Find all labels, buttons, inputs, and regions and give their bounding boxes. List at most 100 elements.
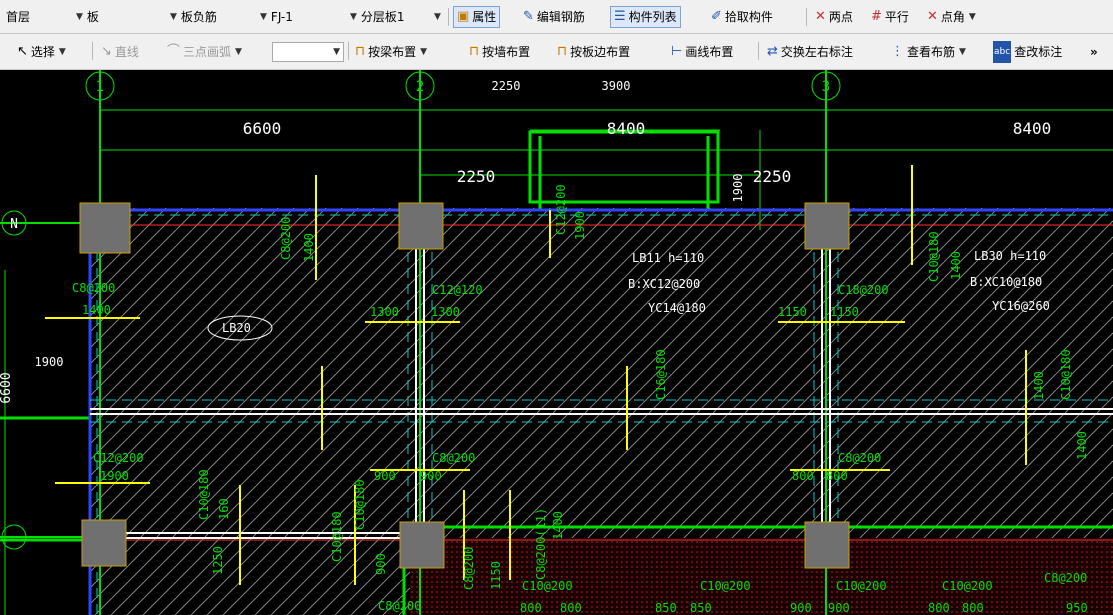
two-points-icon: ✕ (815, 9, 826, 24)
point-angle-icon: ✕ (927, 9, 938, 24)
by-slab-edge-button[interactable]: ⊓ 按板边布置 (554, 41, 633, 63)
draw-line-button[interactable]: ⊢ 画线布置 (668, 41, 736, 63)
subtype-select[interactable]: ▼ 板负筋 (164, 6, 254, 28)
rebar-label: C8@200 (838, 451, 881, 465)
rebar-label: 900 (790, 601, 812, 615)
slab-name-lb30: LB30 h=110 (974, 249, 1046, 263)
layer-dropdown-caret-icon: ▼ (434, 12, 441, 22)
slab-name-lb20: LB20 (222, 321, 251, 335)
by-beam-icon: ⊓ (355, 44, 366, 59)
properties-button[interactable]: ▣ 属性 (453, 6, 501, 28)
rebar-label: C10@200 (942, 579, 993, 593)
component-list-label: 构件列表 (628, 10, 677, 24)
arc-label: 三点画弧 (183, 45, 232, 59)
draw-line-label: 画线布置 (685, 45, 734, 59)
component-list-button[interactable]: ☰ 构件列表 (610, 6, 681, 28)
rebar-label: 900 (374, 553, 388, 575)
arc-button[interactable]: ⌒ 三点画弧 ▼ (164, 41, 245, 63)
arc-caret-icon: ▼ (235, 47, 242, 57)
modify-label-button[interactable]: abc 查改标注 (990, 41, 1065, 63)
rebar-label: C12@200 (93, 451, 144, 465)
cursor-icon: ↖ (17, 44, 28, 59)
point-angle-button[interactable]: ✕ 点角 ▼ (924, 6, 979, 28)
draw-toolbar: ↖ 选择 ▼ ↘ 直线 ⌒ 三点画弧 ▼ ▼ ⊓ 按梁布置 ▼ ⊓ 按墙布置 ⊓… (0, 34, 1113, 70)
by-beam-caret-icon: ▼ (420, 47, 428, 57)
rebar-label: C10@180 (330, 511, 344, 562)
rebar-label: C8@200 (1044, 571, 1087, 585)
main-toolbar: 首层 ▼ 板 ▼ 板负筋 ▼ FJ-1 ▼ 分层板1 ▼ ▣ 属性 ✎ 编辑钢筋… (0, 0, 1113, 34)
by-beam-button[interactable]: ⊓ 按梁布置 ▼ (352, 41, 430, 63)
rebar-label: 900 (828, 601, 850, 615)
rebar-label: C10@200 (522, 579, 573, 593)
edit-rebar-button[interactable]: ✎ 编辑钢筋 (520, 6, 588, 28)
mode-combo-caret-icon: ▼ (333, 47, 340, 57)
by-wall-button[interactable]: ⊓ 按墙布置 (466, 41, 533, 63)
rebar-label: C10@200 (836, 579, 887, 593)
modify-label-label: 查改标注 (1014, 45, 1063, 59)
layer-select-value: 分层板1 (360, 10, 405, 24)
properties-label: 属性 (472, 10, 497, 24)
rebar-label: 1400 (551, 511, 565, 540)
rebar-label: C8@200 (432, 451, 475, 465)
toolbar-overflow-button[interactable]: » (1090, 41, 1098, 63)
component-select-caret-icon: ▼ (260, 12, 267, 22)
rebar-label: 850 (690, 601, 712, 615)
eyedropper-icon: ✐ (711, 9, 722, 24)
two-points-button[interactable]: ✕ 两点 (812, 6, 856, 28)
dimension-texts: 6600 8400 8400 2250 2250 (243, 119, 1052, 186)
rebar-label: 1300 (370, 305, 399, 319)
layer-select[interactable]: ▼ 分层板1 (344, 6, 428, 28)
arc-icon: ⌒ (167, 44, 181, 59)
dim-3900-top: 3900 (602, 79, 631, 93)
slab-t-lb30: YC16@260 (992, 299, 1050, 313)
dim-2250-a: 2250 (457, 167, 496, 186)
axis-label-n: N (10, 217, 18, 232)
rebar-label: 1300 (431, 305, 460, 319)
parallel-label: 平行 (884, 10, 909, 24)
slab-name-lb11: LB11 h=110 (632, 251, 704, 265)
by-slab-edge-label: 按板边布置 (570, 45, 631, 59)
mode-combo[interactable]: ▼ (272, 41, 344, 63)
select-button[interactable]: ↖ 选择 ▼ (14, 41, 69, 63)
swap-label-button[interactable]: ⇄ 交换左右标注 (764, 41, 856, 63)
by-wall-label: 按墙布置 (482, 45, 531, 59)
parallel-button[interactable]: # 平行 (868, 6, 912, 28)
component-select[interactable]: ▼ FJ-1 (254, 6, 344, 28)
rebar-label: 900 (374, 469, 396, 483)
rebar-label: 800 (826, 469, 848, 483)
edit-rebar-label: 编辑钢筋 (536, 10, 585, 24)
rebar-label: 1400 (949, 251, 963, 280)
type-select[interactable]: ▼ 板 (70, 6, 164, 28)
mode-combo-box[interactable]: ▼ (272, 42, 344, 62)
view-rebar-label: 查看布筋 (907, 45, 956, 59)
rebar-label: 1900 (573, 211, 587, 240)
layer-dropdown-button[interactable]: ▼ (430, 6, 441, 28)
overflow-chevron-icon: » (1090, 45, 1098, 59)
abc-icon: abc (993, 41, 1012, 63)
cad-drawing-canvas[interactable]: 2 3 1 N LB20 LB11 h=110 B:XC12@200 YC14@… (0, 70, 1113, 615)
floor-select[interactable]: 首层 (4, 6, 68, 28)
line-button[interactable]: ↘ 直线 (98, 41, 142, 63)
dim-8400-a: 8400 (607, 119, 646, 138)
rebar-label: C10@200 (700, 579, 751, 593)
select-caret-icon: ▼ (58, 47, 66, 57)
dim-8400-b: 8400 (1013, 119, 1052, 138)
view-rebar-button[interactable]: ⋮ 查看布筋 ▼ (888, 41, 969, 63)
slab-t-lb11: YC14@180 (648, 301, 706, 315)
toolbar-separator (758, 42, 759, 60)
rebar-label: 1150 (778, 305, 807, 319)
swap-icon: ⇄ (767, 44, 778, 59)
rebar-label: C16@180 (654, 349, 668, 400)
pick-component-button[interactable]: ✐ 拾取构件 (708, 6, 776, 28)
dim-2250-top: 2250 (492, 79, 521, 93)
lower-slab-hatch (410, 538, 1113, 615)
rebar-label: 800 (962, 601, 984, 615)
rebar-label: C18@200 (838, 283, 889, 297)
rebar-label: 950 (1066, 601, 1088, 615)
rebar-label: 160 (217, 498, 231, 520)
rebar-label: 850 (655, 601, 677, 615)
rebar-label: 800 (520, 601, 542, 615)
parallel-icon: # (871, 9, 882, 24)
rebar-label: 1150 (489, 561, 503, 590)
axis-label-2: 2 (416, 79, 424, 95)
